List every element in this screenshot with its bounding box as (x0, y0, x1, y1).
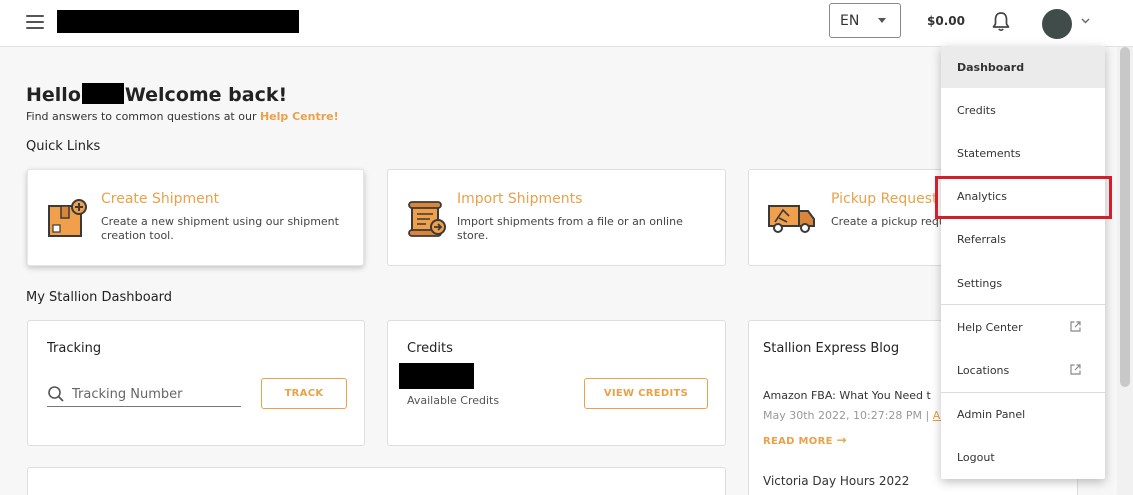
quick-link-desc-text: Create a pickup request for your shipmen… (831, 215, 941, 228)
quick-link-title: Pickup Request (831, 191, 938, 207)
greeting-hello: Hello (26, 84, 81, 106)
credits-value-redacted (399, 363, 474, 389)
quick-link-title: Create Shipment (101, 191, 220, 207)
brand-redacted (57, 10, 299, 33)
package-plus-icon (48, 199, 87, 237)
read-more-link[interactable]: READ MORE → (763, 433, 847, 447)
menu-item-label: Admin Panel (957, 408, 1026, 421)
menu-item-label: Dashboard (957, 61, 1025, 74)
blog-post-title[interactable]: Victoria Day Hours 2022 (763, 474, 909, 488)
menu-item-label: Logout (957, 451, 995, 464)
username-redacted (81, 83, 124, 104)
menu-divider (941, 304, 1105, 305)
external-link-icon (1070, 364, 1081, 375)
menu-item-logout[interactable]: Logout (941, 436, 1105, 478)
quick-links-title: Quick Links (26, 139, 101, 154)
credits-title: Credits (407, 341, 453, 356)
scroll-import-icon (408, 201, 446, 237)
language-select[interactable]: EN (829, 3, 901, 38)
quick-link-import-shipments[interactable]: Import Shipments Import shipments from a… (387, 169, 726, 266)
menu-item-label: Credits (957, 104, 996, 117)
help-text: Find answers to common questions at our (26, 110, 257, 123)
track-button[interactable]: TRACK (261, 378, 347, 409)
bottom-card (27, 467, 726, 495)
scrollbar-thumb[interactable] (1120, 47, 1130, 387)
blog-date-text: May 30th 2022, 10:27:28 PM | (763, 409, 933, 422)
language-value: EN (840, 13, 860, 29)
bell-icon[interactable] (991, 11, 1011, 33)
menu-item-label: Settings (957, 277, 1003, 290)
menu-item-label: Referrals (957, 233, 1006, 246)
tracking-card: Tracking Tracking Number TRACK (27, 320, 365, 446)
help-line: Find answers to common questions at our … (26, 110, 339, 123)
credits-card: Credits Available Credits VIEW CREDITS (387, 320, 726, 446)
menu-item-admin-panel[interactable]: Admin Panel (941, 393, 1105, 435)
caret-down-icon (878, 18, 886, 23)
tracking-number-input[interactable]: Tracking Number (47, 383, 241, 407)
help-centre-link[interactable]: Help Centre! (260, 110, 339, 123)
menu-item-help-center[interactable]: Help Center (941, 306, 1105, 348)
credits-subtitle: Available Credits (407, 394, 500, 407)
chevron-down-icon[interactable] (1081, 18, 1090, 24)
analytics-highlight-box (935, 176, 1112, 219)
page-greeting: Hello Welcome back! (26, 83, 287, 106)
menu-item-settings[interactable]: Settings (941, 262, 1105, 304)
tracking-title: Tracking (47, 341, 102, 356)
external-link-icon (1070, 321, 1081, 332)
tracking-placeholder: Tracking Number (72, 387, 183, 402)
menu-item-dashboard[interactable]: Dashboard (941, 46, 1105, 88)
quick-link-desc: Create a new shipment using our shipment… (101, 215, 339, 242)
blog-post-title[interactable]: Amazon FBA: What You Need t (763, 389, 931, 402)
user-menu-dropdown: Dashboard Credits Statements Analytics R… (941, 46, 1105, 479)
menu-item-statements[interactable]: Statements (941, 132, 1105, 174)
menu-item-label: Statements (957, 147, 1021, 160)
menu-item-referrals[interactable]: Referrals (941, 218, 1105, 260)
greeting-welcome: Welcome back! (124, 84, 288, 106)
view-credits-button[interactable]: VIEW CREDITS (584, 378, 708, 409)
quick-link-create-shipment[interactable]: Create Shipment Create a new shipment us… (27, 169, 364, 266)
avatar[interactable] (1042, 9, 1072, 39)
arrow-right-icon: → (836, 433, 847, 447)
quick-link-desc: Create a pickup request for your shipmen… (831, 215, 941, 229)
menu-item-locations[interactable]: Locations (941, 349, 1105, 391)
blog-post-date: May 30th 2022, 10:27:28 PM | Ar (763, 409, 945, 422)
menu-item-label: Locations (957, 364, 1010, 377)
blog-title: Stallion Express Blog (763, 341, 900, 356)
page-scrollbar[interactable] (1117, 47, 1133, 495)
account-balance[interactable]: $0.00 (927, 14, 965, 28)
dashboard-title: My Stallion Dashboard (26, 290, 173, 305)
quick-link-title: Import Shipments (457, 191, 583, 207)
menu-item-credits[interactable]: Credits (941, 89, 1105, 131)
top-bar: EN $0.00 (0, 0, 1133, 47)
menu-item-label: Help Center (957, 321, 1023, 334)
delivery-truck-icon (768, 205, 815, 233)
hamburger-menu-icon[interactable] (26, 15, 44, 29)
quick-link-desc: Import shipments from a file or an onlin… (457, 215, 683, 242)
read-more-text: READ MORE (763, 436, 833, 447)
quick-link-pickup-request[interactable]: Pickup Request Create a pickup request f… (748, 169, 948, 266)
search-icon (48, 386, 64, 402)
